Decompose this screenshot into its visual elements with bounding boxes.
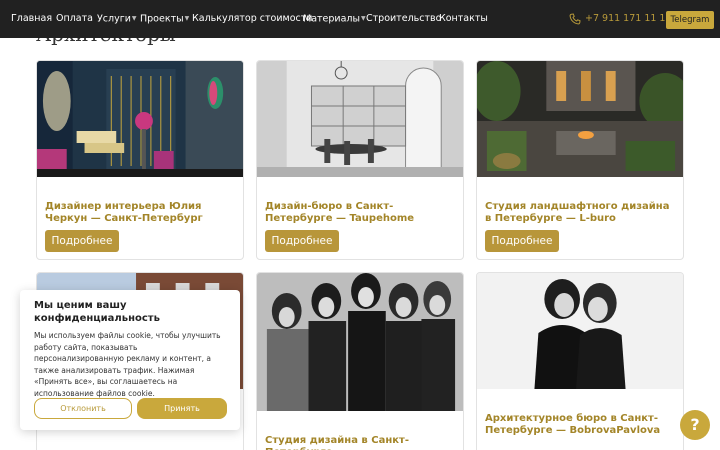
decline-button[interactable]: Отклонить xyxy=(34,398,132,419)
nav-item-payment[interactable]: Оплата xyxy=(56,13,93,25)
card-image xyxy=(257,273,463,411)
chevron-down-icon: ▼ xyxy=(361,15,366,22)
cookie-text: Мы используем файлы cookie, чтобы улучши… xyxy=(34,331,221,398)
chevron-down-icon: ▼ xyxy=(131,15,137,22)
cookie-banner: Мы ценим вашу конфиденциальность Мы испо… xyxy=(20,290,240,430)
top-navbar: Главная Оплата Услуги▼ Проекты▼ Калькуля… xyxy=(0,0,720,38)
card-title: Студия ландшафтного дизайна в Петербурге… xyxy=(485,201,670,224)
nav-item-materials[interactable]: Материалы▼ xyxy=(303,13,366,26)
nav-item-services[interactable]: Услуги▼ xyxy=(97,13,137,26)
card-title: Студия дизайна в Санкт-Петербурге — xyxy=(265,435,409,450)
more-button[interactable]: Подробнее xyxy=(265,230,339,252)
nav-item-projects-label: Проекты xyxy=(140,13,184,25)
card-title: Архитектурное бюро в Санкт-Петербурге — … xyxy=(485,413,661,436)
nav-item-construction[interactable]: Строительство xyxy=(366,13,441,25)
card-bobrovapavlova[interactable]: Архитектурное бюро в Санкт-Петербурге — … xyxy=(476,272,684,450)
nav-item-projects[interactable]: Проекты▼ xyxy=(140,13,189,26)
nav-item-services-label: Услуги xyxy=(97,13,131,25)
nav-item-contacts[interactable]: Контакты xyxy=(439,13,488,25)
phone-icon xyxy=(569,13,581,25)
card-image xyxy=(477,61,683,177)
card-cherkun[interactable]: Дизайнер интерьера Юлия Черкун — Санкт-П… xyxy=(36,60,244,260)
cookie-title: Мы ценим вашу конфиденциальность xyxy=(34,300,160,324)
more-button[interactable]: Подробнее xyxy=(45,230,119,252)
card-image xyxy=(37,61,243,177)
card-image xyxy=(477,273,683,389)
nav-item-materials-label: Материалы xyxy=(303,13,360,25)
phone-link[interactable]: +7 911 171 11 18 xyxy=(585,13,672,25)
accept-button[interactable]: Принять xyxy=(137,398,227,419)
card-title: Дизайнер интерьера Юлия Черкун — Санкт-П… xyxy=(45,201,203,224)
nav-item-calculator[interactable]: Калькулятор стоимости xyxy=(192,13,312,25)
card-title: Дизайн-бюро в Санкт-Петербурге — Taupeho… xyxy=(265,201,415,224)
more-button[interactable]: Подробнее xyxy=(485,230,559,252)
card-l-buro[interactable]: Студия ландшафтного дизайна в Петербурге… xyxy=(476,60,684,260)
nav-item-home[interactable]: Главная xyxy=(11,13,52,25)
telegram-button[interactable]: Telegram xyxy=(666,11,714,29)
card-design-studio[interactable]: Студия дизайна в Санкт-Петербурге — xyxy=(256,272,464,450)
card-image xyxy=(257,61,463,177)
card-taupehome[interactable]: Дизайн-бюро в Санкт-Петербурге — Taupeho… xyxy=(256,60,464,260)
help-button[interactable]: ? xyxy=(680,410,710,440)
chevron-down-icon: ▼ xyxy=(184,15,190,22)
